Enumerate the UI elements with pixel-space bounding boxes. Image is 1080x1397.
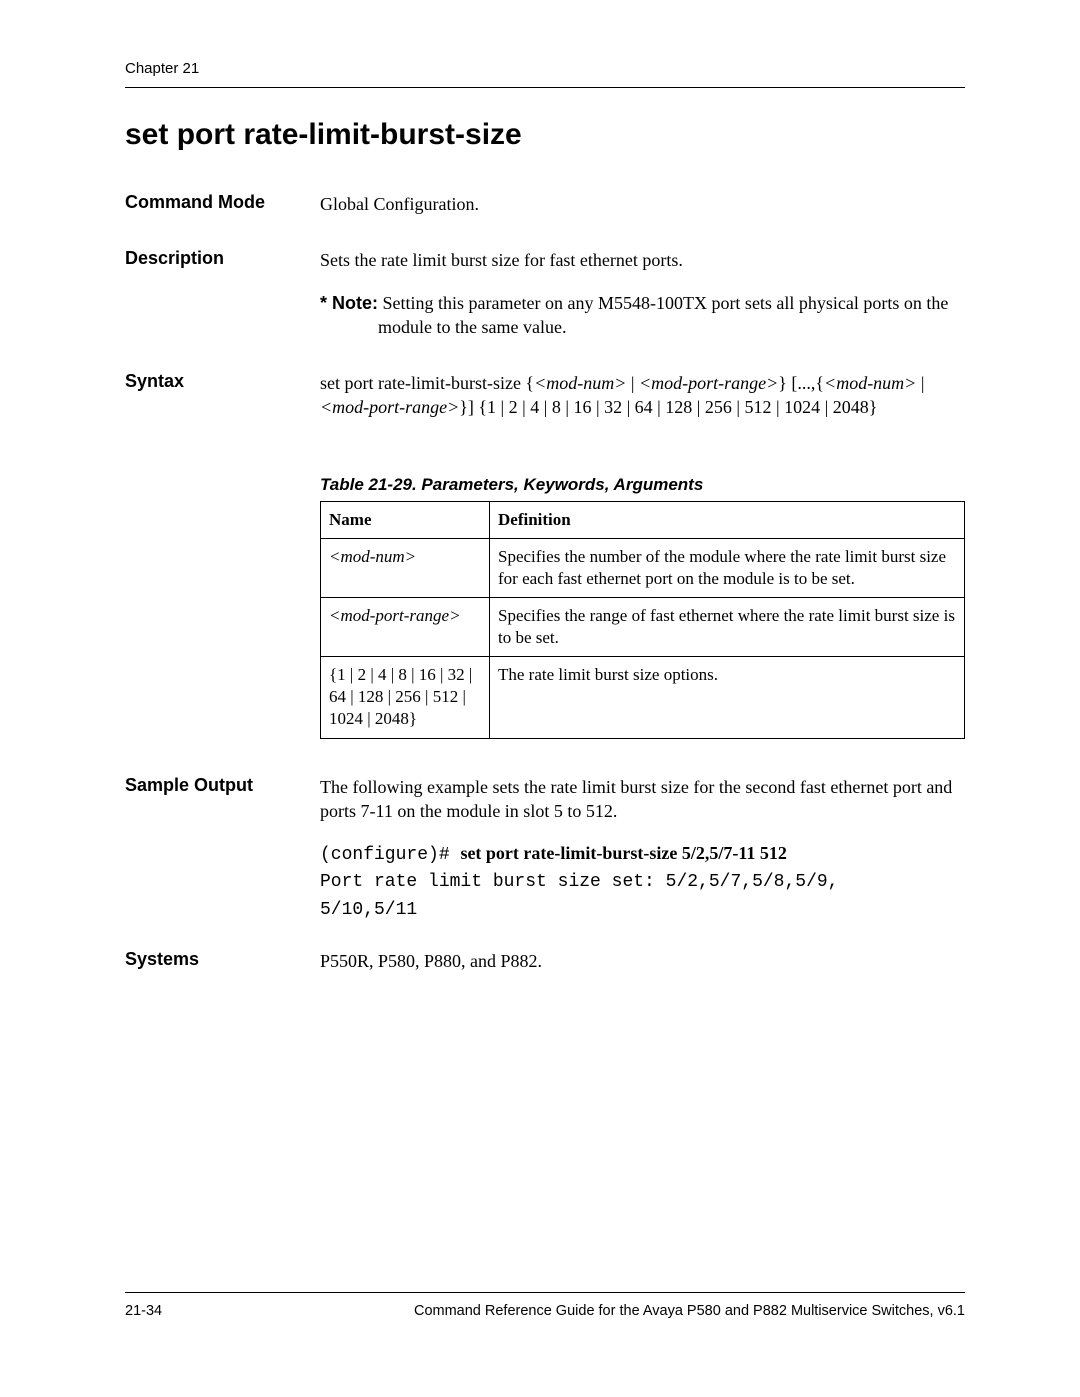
table-row: <mod-num> Specifies the number of the mo… — [321, 538, 965, 597]
row-command-mode: Command Mode Global Configuration. — [125, 192, 965, 216]
note-text: Setting this parameter on any M5548-100T… — [378, 293, 948, 337]
table-row: {1 | 2 | 4 | 8 | 16 | 32 | 64 | 128 | 25… — [321, 657, 965, 738]
label-systems: Systems — [125, 949, 320, 970]
sample-command-block: (configure)# set port rate-limit-burst-s… — [320, 841, 965, 923]
document-page: Chapter 21 set port rate-limit-burst-siz… — [0, 0, 1080, 1397]
row-sample-output: Sample Output The following example sets… — [125, 775, 965, 923]
description-note: * Note: Setting this parameter on any M5… — [320, 291, 965, 340]
value-syntax: set port rate-limit-burst-size {<mod-num… — [320, 371, 965, 420]
footer-page-number: 21-34 — [125, 1303, 162, 1319]
td-def: Specifies the range of fast ethernet whe… — [490, 598, 965, 657]
page-title: set port rate-limit-burst-size — [125, 118, 965, 152]
row-syntax: Syntax set port rate-limit-burst-size {<… — [125, 371, 965, 420]
label-sample-output: Sample Output — [125, 775, 320, 796]
sample-output-line1: Port rate limit burst size set: 5/2,5/7,… — [320, 872, 838, 892]
value-systems: P550R, P580, P880, and P882. — [320, 949, 965, 973]
sample-output-line2: 5/10,5/11 — [320, 900, 417, 920]
th-definition: Definition — [490, 501, 965, 538]
row-systems: Systems P550R, P580, P880, and P882. — [125, 949, 965, 973]
label-command-mode: Command Mode — [125, 192, 320, 213]
syntax-p3: | — [626, 373, 639, 393]
sample-command: set port rate-limit-burst-size 5/2,5/7-1… — [460, 843, 786, 863]
td-name: <mod-port-range> — [321, 598, 490, 657]
syntax-p6: <mod-num> — [824, 373, 916, 393]
row-description: Description Sets the rate limit burst si… — [125, 248, 965, 339]
value-description: Sets the rate limit burst size for fast … — [320, 248, 965, 339]
footer-doc-title: Command Reference Guide for the Avaya P5… — [162, 1303, 965, 1319]
note-prefix: * Note: — [320, 293, 378, 313]
td-name: {1 | 2 | 4 | 8 | 16 | 32 | 64 | 128 | 25… — [321, 657, 490, 738]
table-header-row: Name Definition — [321, 501, 965, 538]
td-def: Specifies the number of the module where… — [490, 538, 965, 597]
sample-intro: The following example sets the rate limi… — [320, 775, 965, 824]
page-footer: 21-34 Command Reference Guide for the Av… — [125, 1284, 965, 1319]
label-syntax: Syntax — [125, 371, 320, 392]
params-table: Name Definition <mod-num> Specifies the … — [320, 501, 965, 739]
syntax-p2: <mod-num> — [534, 373, 626, 393]
header-rule — [125, 87, 965, 88]
table-row: <mod-port-range> Specifies the range of … — [321, 598, 965, 657]
syntax-p9: }] {1 | 2 | 4 | 8 | 16 | 32 | 64 | 128 |… — [459, 397, 877, 417]
th-name: Name — [321, 501, 490, 538]
footer-rule — [125, 1292, 965, 1293]
label-description: Description — [125, 248, 320, 269]
syntax-p4: <mod-port-range> — [639, 373, 778, 393]
syntax-p7: | — [916, 373, 924, 393]
syntax-p8: <mod-port-range> — [320, 397, 459, 417]
description-text: Sets the rate limit burst size for fast … — [320, 248, 965, 272]
td-name: <mod-num> — [321, 538, 490, 597]
table-caption: Table 21-29. Parameters, Keywords, Argum… — [320, 475, 965, 495]
value-command-mode: Global Configuration. — [320, 192, 965, 216]
syntax-p1: set port rate-limit-burst-size { — [320, 373, 534, 393]
syntax-p5: } [...,{ — [778, 373, 824, 393]
value-sample-output: The following example sets the rate limi… — [320, 775, 965, 923]
chapter-label: Chapter 21 — [125, 60, 965, 77]
sample-prompt: (configure)# — [320, 845, 460, 865]
td-def: The rate limit burst size options. — [490, 657, 965, 738]
